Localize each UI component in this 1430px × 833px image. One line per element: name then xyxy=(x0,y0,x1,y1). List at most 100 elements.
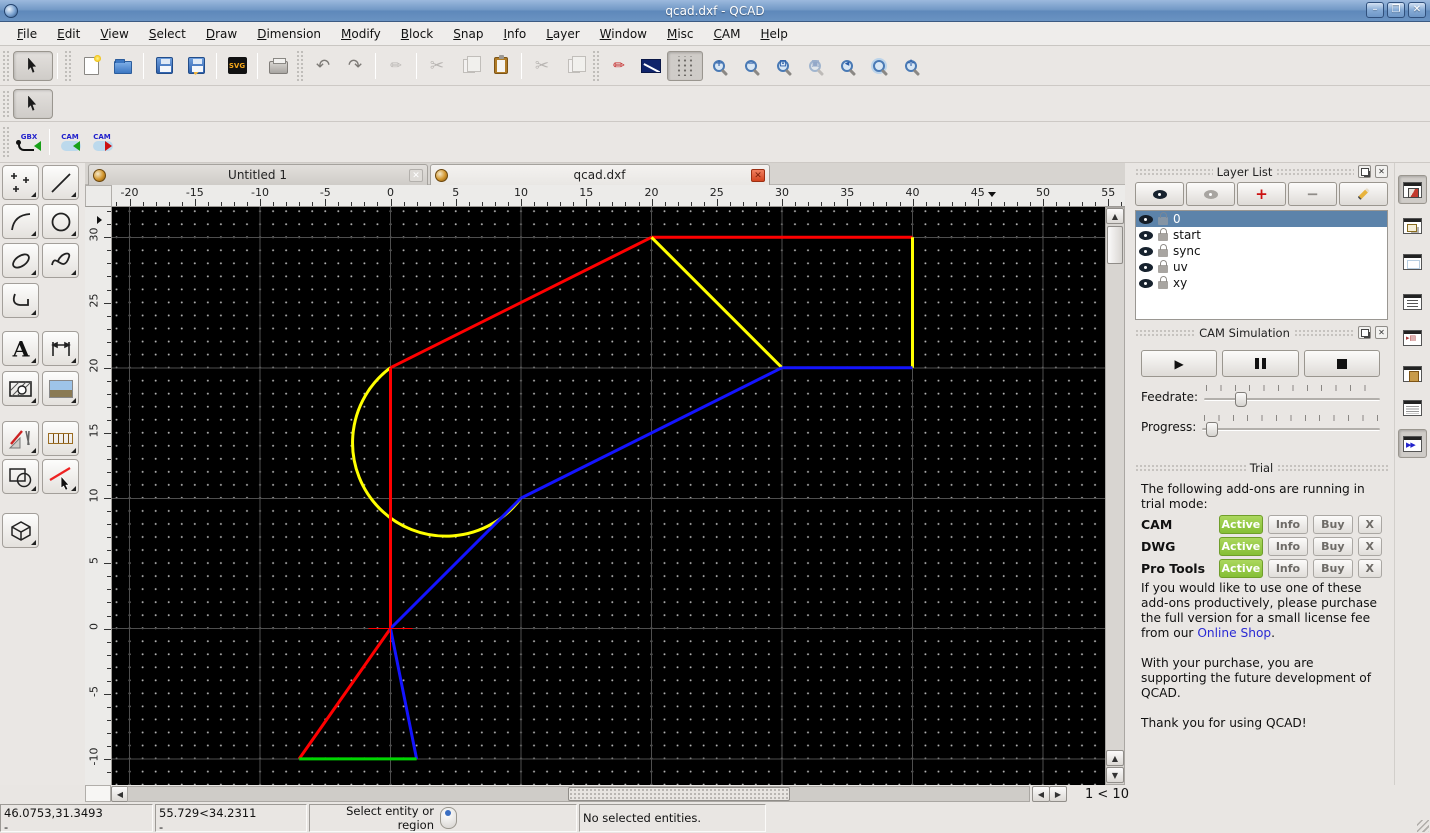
window-resize-grip[interactable] xyxy=(1417,820,1429,832)
addon-active-badge[interactable]: Active xyxy=(1218,559,1263,578)
menu-block[interactable]: Block xyxy=(392,24,442,44)
layer-visible-icon[interactable] xyxy=(1139,246,1153,256)
menu-help[interactable]: Help xyxy=(751,24,796,44)
save-as-button[interactable] xyxy=(180,51,212,81)
zoom-out-button[interactable]: − xyxy=(735,51,767,81)
menu-misc[interactable]: Misc xyxy=(658,24,703,44)
vertical-scroll-thumb[interactable] xyxy=(1107,226,1123,264)
vertical-scrollbar[interactable]: ▲ ▲ ▼ xyxy=(1105,207,1125,785)
svg-export-button[interactable]: SVG xyxy=(221,51,253,81)
menu-window[interactable]: Window xyxy=(591,24,656,44)
previous-view-button[interactable]: ◂ xyxy=(831,51,863,81)
tab-qcad-dxf[interactable]: qcad.dxf ✕ xyxy=(430,164,770,185)
selection-pointer-button[interactable] xyxy=(13,88,53,119)
layer-visible-icon[interactable] xyxy=(1139,278,1153,288)
layer-lock-icon[interactable] xyxy=(1158,244,1168,257)
zoom-in-button[interactable]: + xyxy=(703,51,735,81)
circle-tool-button[interactable] xyxy=(42,204,79,239)
zoom-selection-button[interactable]: ▣ xyxy=(799,51,831,81)
save-button[interactable] xyxy=(148,51,180,81)
layer-visible-icon[interactable] xyxy=(1139,262,1153,272)
erase-button[interactable]: ✏ xyxy=(380,51,412,81)
layer-lock-icon[interactable] xyxy=(1158,260,1168,273)
layer-list-header[interactable]: Layer List ✕ xyxy=(1133,163,1390,180)
remove-layer-button[interactable]: − xyxy=(1288,182,1337,206)
print-preview-button[interactable] xyxy=(262,51,294,81)
drafting-tools-button[interactable] xyxy=(2,421,39,456)
horizontal-scroll-thumb[interactable] xyxy=(568,787,790,801)
layer-lock-icon[interactable] xyxy=(1158,228,1168,241)
progress-slider[interactable] xyxy=(1202,415,1380,437)
addon-active-badge[interactable]: Active xyxy=(1218,515,1263,534)
toolbar-handle[interactable] xyxy=(296,49,305,82)
addon-close-button[interactable]: X xyxy=(1357,515,1382,534)
dimension-tool-button[interactable] xyxy=(42,331,79,366)
layer-visible-icon[interactable] xyxy=(1139,214,1153,224)
line-entity[interactable] xyxy=(650,236,784,369)
copy-with-reference-button[interactable] xyxy=(558,51,590,81)
open-file-button[interactable] xyxy=(107,51,139,81)
measure-tool-button[interactable] xyxy=(42,421,79,456)
menu-draw[interactable]: Draw xyxy=(197,24,246,44)
toolbar-handle[interactable] xyxy=(64,49,73,82)
addon-info-button[interactable]: Info xyxy=(1267,515,1309,534)
copy-button[interactable] xyxy=(453,51,485,81)
menu-select[interactable]: Select xyxy=(140,24,195,44)
polyline-tool-button[interactable] xyxy=(2,283,39,318)
hide-all-layers-button[interactable] xyxy=(1186,182,1235,206)
stop-button[interactable] xyxy=(1303,350,1380,377)
layer-row-0[interactable]: 0 xyxy=(1136,211,1387,227)
scroll-up-button-2[interactable]: ▲ xyxy=(1106,750,1124,766)
modify-tool-button[interactable] xyxy=(42,459,79,494)
select-tool-button[interactable] xyxy=(13,50,53,81)
solid-tool-button[interactable] xyxy=(2,513,39,548)
feedrate-slider-handle[interactable] xyxy=(1234,392,1247,407)
close-panel-icon[interactable]: ✕ xyxy=(1375,326,1389,339)
layer-lock-icon[interactable] xyxy=(1158,276,1168,289)
panel-toggle-cam-simulation[interactable] xyxy=(1398,429,1427,458)
redo-button[interactable]: ↷ xyxy=(339,51,371,81)
menu-snap[interactable]: Snap xyxy=(444,24,492,44)
feedrate-slider[interactable] xyxy=(1204,385,1380,407)
menu-cam[interactable]: CAM xyxy=(705,24,750,44)
show-all-layers-button[interactable] xyxy=(1135,182,1184,206)
cam-export-button[interactable]: CAM xyxy=(86,127,118,157)
scroll-up-button[interactable]: ▲ xyxy=(1106,208,1124,224)
paste-button[interactable] xyxy=(485,51,517,81)
text-tool-button[interactable]: A xyxy=(2,331,39,366)
line-entity[interactable] xyxy=(389,628,419,760)
menu-file[interactable]: File xyxy=(8,24,46,44)
layer-visible-icon[interactable] xyxy=(1139,230,1153,240)
tab-scroll-right-button[interactable]: ▶ xyxy=(1049,786,1067,802)
line-entity[interactable] xyxy=(297,627,392,760)
panel-toggle-script-shell[interactable] xyxy=(1398,393,1427,422)
float-panel-icon[interactable] xyxy=(1358,165,1372,178)
auto-zoom-button[interactable]: ⊡ xyxy=(767,51,799,81)
minimize-button[interactable]: – xyxy=(1366,2,1384,18)
float-panel-icon[interactable] xyxy=(1358,326,1372,339)
line-entity[interactable] xyxy=(520,366,783,500)
tab-close-icon[interactable]: ✕ xyxy=(751,168,765,182)
toolbar-handle[interactable] xyxy=(2,49,11,82)
layer-row-uv[interactable]: uv xyxy=(1136,259,1387,275)
panel-toggle-layers[interactable] xyxy=(1398,175,1427,204)
cam-simulation-header[interactable]: CAM Simulation ✕ xyxy=(1133,324,1390,341)
layer-row-xy[interactable]: xy xyxy=(1136,275,1387,291)
close-button[interactable]: ✕ xyxy=(1408,2,1426,18)
drawing-canvas[interactable] xyxy=(112,207,1105,785)
spline-tool-button[interactable] xyxy=(42,243,79,278)
title-bar[interactable]: qcad.dxf - QCAD – ❐ ✕ xyxy=(0,0,1430,22)
measure-button[interactable] xyxy=(635,51,667,81)
pause-button[interactable] xyxy=(1222,350,1299,377)
addon-close-button[interactable]: X xyxy=(1357,537,1382,556)
toolbar-handle[interactable] xyxy=(592,49,601,82)
scroll-down-button[interactable]: ▼ xyxy=(1106,767,1124,783)
pan-button[interactable]: ✛ xyxy=(895,51,927,81)
tab-scroll-left-button[interactable]: ◀ xyxy=(1032,786,1050,802)
shape-tool-button[interactable] xyxy=(2,459,39,494)
zoom-window-button[interactable] xyxy=(863,51,895,81)
layer-row-sync[interactable]: sync xyxy=(1136,243,1387,259)
line-entity[interactable] xyxy=(389,497,523,630)
maximize-button[interactable]: ❐ xyxy=(1387,2,1405,18)
tab-close-icon[interactable]: ✕ xyxy=(409,168,423,182)
